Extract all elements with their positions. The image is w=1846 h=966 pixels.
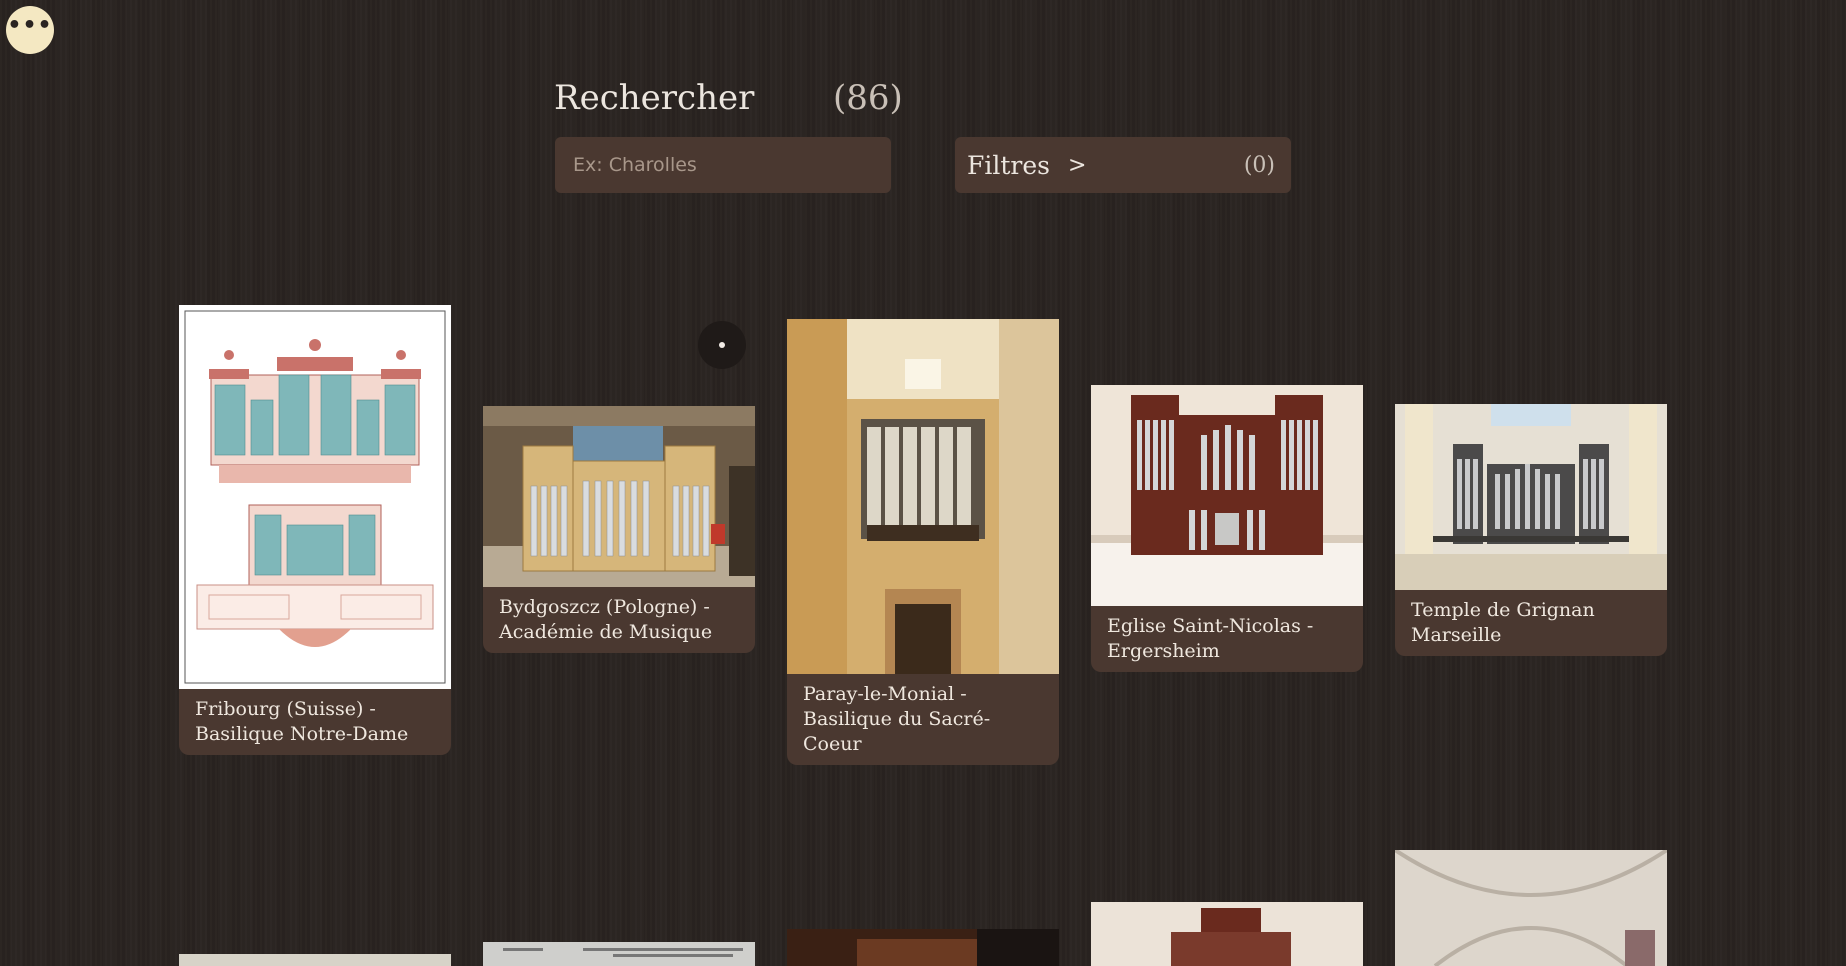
filters-label: Filtres — [967, 150, 1050, 180]
filters-button[interactable]: Filtres > (0) — [955, 137, 1291, 193]
card-image — [179, 305, 451, 689]
menu-button[interactable]: ••• — [6, 6, 54, 54]
card-image — [1395, 404, 1667, 590]
card-ergersheim[interactable]: Eglise Saint-Nicolas - Ergersheim — [1091, 385, 1363, 672]
card-bydgoszcz[interactable]: Bydgoszcz (Pologne) - Académie de Musiqu… — [483, 406, 755, 653]
card-caption: Temple de Grignan Marseille — [1411, 599, 1595, 646]
card-thumbnail[interactable] — [179, 954, 451, 966]
card-caption: Bydgoszcz (Pologne) - Académie de Musiqu… — [499, 596, 713, 643]
result-count: (86) — [833, 78, 903, 118]
card-caption: Paray-le-Monial - Basilique du Sacré-Coe… — [803, 683, 991, 755]
card-thumbnail[interactable] — [1395, 850, 1667, 966]
card-caption: Fribourg (Suisse) - Basilique Notre-Dame — [195, 698, 409, 745]
card-thumbnail[interactable] — [483, 942, 755, 966]
card-paray-le-monial[interactable]: Paray-le-Monial - Basilique du Sacré-Coe… — [787, 319, 1059, 765]
card-image — [483, 406, 755, 587]
card-image — [787, 319, 1059, 674]
more-dots-icon: ••• — [7, 13, 53, 38]
search-input[interactable] — [555, 137, 891, 193]
card-fribourg[interactable]: Fribourg (Suisse) - Basilique Notre-Dame — [179, 305, 451, 755]
card-thumbnail[interactable] — [1091, 902, 1363, 966]
card-caption: Eglise Saint-Nicolas - Ergersheim — [1107, 615, 1314, 662]
card-grignan-marseille[interactable]: Temple de Grignan Marseille — [1395, 404, 1667, 656]
card-image — [1091, 385, 1363, 606]
loading-indicator — [698, 321, 746, 369]
search-title: Rechercher — [554, 78, 755, 118]
card-thumbnail[interactable] — [787, 929, 1059, 966]
chevron-right-icon: > — [1067, 152, 1087, 178]
filters-count: (0) — [1243, 152, 1275, 178]
